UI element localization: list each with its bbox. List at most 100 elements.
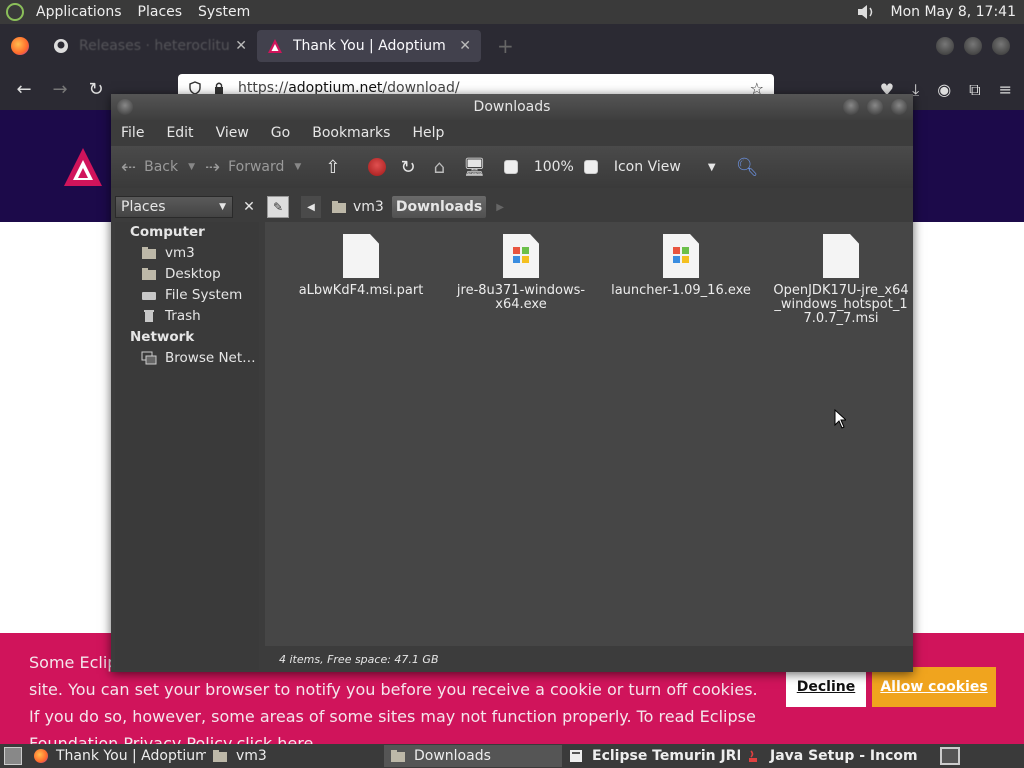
sidebar-item-vm3[interactable]: vm3 (115, 243, 259, 264)
file-item[interactable]: launcher-1.09_16.exe (601, 222, 761, 298)
sidebar-section-computer: Computer (130, 224, 205, 240)
stop-icon[interactable] (368, 158, 387, 176)
back-arrow-icon: ⇠ (121, 156, 137, 178)
taskbar-item-downloads[interactable]: Downloads (384, 745, 562, 767)
tab-label: Thank You | Adoptium (293, 38, 446, 54)
reload-icon[interactable]: ↻ (78, 79, 114, 100)
back-button[interactable]: ⇠ Back ▼ (121, 157, 195, 178)
up-button[interactable]: ⇧ (311, 157, 354, 178)
view-mode-select[interactable]: Icon View ▼ (614, 159, 716, 175)
reload-icon: ↻ (400, 156, 416, 178)
path-bar: ✎ ◀ vm3 Downloads ▶ (267, 194, 913, 220)
path-right-icon[interactable]: ▶ (496, 202, 504, 213)
chevron-down-icon[interactable]: ▼ (188, 162, 195, 172)
computer-icon: 🖥 (462, 156, 486, 178)
taskbar-item-firefox[interactable]: Thank You | Adoptium ... (28, 745, 206, 767)
show-desktop-icon[interactable] (4, 747, 22, 765)
volume-icon[interactable] (856, 4, 876, 20)
window-menu-icon[interactable] (117, 99, 133, 115)
location-edit-icon[interactable]: ✎ (267, 196, 289, 218)
adoptium-logo-icon[interactable] (62, 146, 104, 188)
extensions-icon[interactable]: ⧉ (969, 80, 980, 100)
file-view[interactable]: aLbwKdF4.msi.part jre-8u371-windows-x64.… (265, 222, 913, 646)
close-tab-icon[interactable]: ✕ (235, 38, 247, 54)
folder-icon (213, 750, 227, 762)
decline-button[interactable]: Decline (786, 667, 866, 707)
chevron-down-icon[interactable]: ▼ (294, 162, 301, 172)
file-name: jre-8u371-windows-x64.exe (456, 283, 586, 312)
tab-label: Releases · heteroclitus/.. (79, 38, 230, 54)
menu-edit[interactable]: Edit (156, 125, 205, 141)
close-window-icon[interactable] (992, 37, 1010, 55)
firefox-icon[interactable] (11, 37, 29, 55)
workspace-switcher[interactable] (940, 747, 960, 765)
new-tab-icon[interactable]: + (497, 34, 514, 58)
zoom-out-button[interactable] (503, 160, 524, 174)
sidebar-item-browse-network[interactable]: Browse Net… (115, 348, 259, 369)
close-sidebar-icon[interactable]: ✕ (239, 197, 259, 217)
menu-file[interactable]: File (111, 125, 156, 141)
maximize-icon[interactable] (964, 37, 982, 55)
panel-clock[interactable]: Mon May 8, 17:41 (882, 4, 1024, 20)
gnome-foot-icon[interactable] (6, 3, 24, 21)
taskbar-item-java-setup[interactable]: Java Setup - Incompl... (740, 745, 918, 767)
firefox-window-buttons (936, 37, 1010, 55)
search-button[interactable]: 🔍︎ (726, 157, 767, 178)
sidebar: Computer vm3 Desktop File System Trash N… (115, 222, 259, 670)
firefox-icon (34, 749, 48, 763)
downloads-icon[interactable]: ⤓ (912, 80, 919, 100)
maximize-icon[interactable] (867, 99, 883, 115)
forward-button[interactable]: ⇢ Forward ▼ (205, 157, 301, 178)
close-tab-icon[interactable]: ✕ (459, 38, 471, 54)
reload-button[interactable]: ↻ (400, 157, 423, 178)
home-button[interactable]: ⌂ (434, 157, 453, 178)
zoom-in-icon (583, 160, 598, 174)
sidebar-select[interactable]: Places ▼ (115, 196, 233, 218)
document-icon (343, 234, 379, 278)
path-item-vm3[interactable]: vm3 (327, 196, 392, 218)
executable-icon (503, 234, 539, 278)
path-item-downloads[interactable]: Downloads (391, 196, 487, 218)
desktop-folder-icon (142, 268, 156, 280)
tab-adoptium[interactable]: Thank You | Adoptium ✕ (257, 30, 481, 62)
places-menu[interactable]: Places (130, 4, 191, 20)
window-titlebar[interactable]: Downloads (111, 94, 913, 120)
account-icon[interactable]: ◉ (937, 80, 951, 100)
system-menu[interactable]: System (190, 4, 258, 20)
close-window-icon[interactable] (891, 99, 907, 115)
menu-view[interactable]: View (206, 125, 261, 141)
minimize-icon[interactable] (936, 37, 954, 55)
zoom-out-icon (503, 160, 518, 174)
back-arrow-icon[interactable]: ← (6, 79, 42, 100)
sidebar-item-desktop[interactable]: Desktop (115, 264, 259, 285)
zoom-in-button[interactable] (583, 160, 604, 174)
minimize-icon[interactable] (843, 99, 859, 115)
file-name: OpenJDK17U-jre_x64_windows_hotspot_17.0.… (773, 283, 909, 326)
taskbar-item-eclipse-temurin[interactable]: Eclipse Temurin JRE... (562, 745, 740, 767)
path-left-icon[interactable]: ◀ (301, 196, 321, 218)
top-panel: Applications Places System Mon May 8, 17… (0, 0, 1024, 24)
file-manager-window: Downloads File Edit View Go Bookmarks He… (111, 94, 913, 672)
file-item[interactable]: OpenJDK17U-jre_x64_windows_hotspot_17.0.… (761, 222, 921, 326)
forward-arrow-icon: ⇢ (205, 156, 221, 178)
menu-go[interactable]: Go (261, 125, 302, 141)
allow-cookies-button[interactable]: Allow cookies (872, 667, 996, 707)
tab-releases[interactable]: Releases · heteroclitus/.. ✕ (43, 30, 257, 62)
applications-menu[interactable]: Applications (28, 4, 130, 20)
file-item[interactable]: aLbwKdF4.msi.part (281, 222, 441, 298)
sidebar-section-network: Network (130, 329, 195, 345)
hamburger-menu-icon[interactable]: ≡ (999, 80, 1012, 100)
shield-icon[interactable] (188, 81, 202, 95)
adoptium-favicon-icon (268, 39, 282, 53)
taskbar-item-vm3[interactable]: vm3 (206, 745, 384, 767)
lock-icon[interactable] (212, 81, 226, 95)
sidebar-item-trash[interactable]: Trash (115, 306, 259, 327)
computer-button[interactable]: 🖥 (463, 157, 494, 178)
menubar: File Edit View Go Bookmarks Help (111, 120, 913, 146)
sidebar-item-filesystem[interactable]: File System (115, 285, 259, 306)
up-arrow-icon: ⇧ (325, 156, 341, 178)
menu-bookmarks[interactable]: Bookmarks (302, 125, 402, 141)
file-item[interactable]: jre-8u371-windows-x64.exe (441, 222, 601, 312)
menu-help[interactable]: Help (402, 125, 456, 141)
forward-arrow-icon[interactable]: → (42, 79, 78, 100)
